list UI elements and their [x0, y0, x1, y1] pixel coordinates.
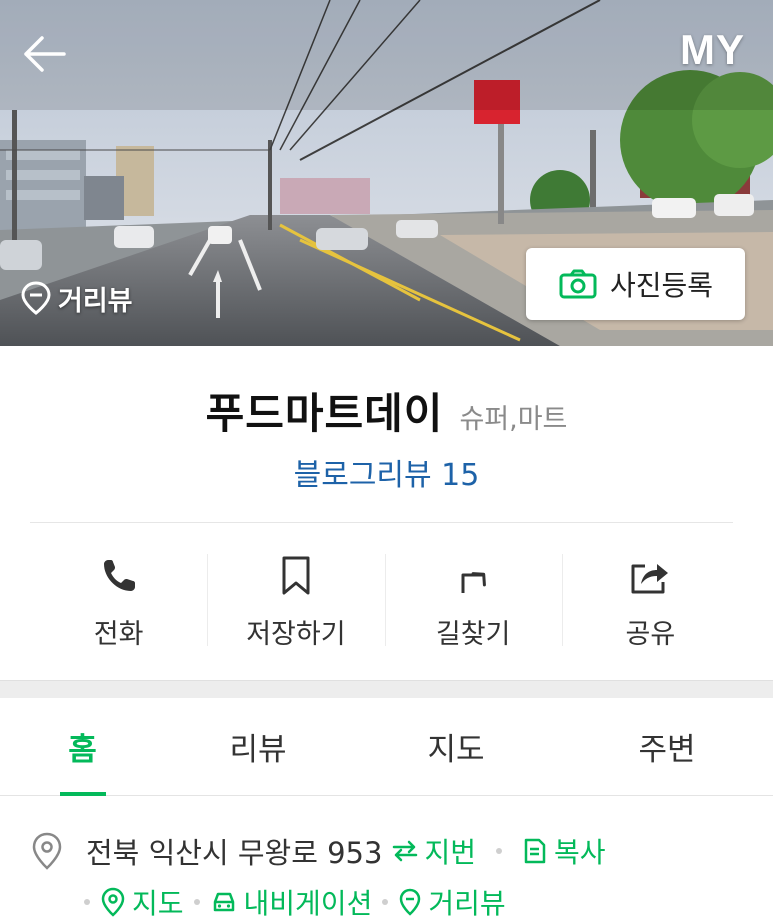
save-label: 저장하기: [246, 619, 346, 650]
section-divider: [0, 680, 773, 698]
streetview-link-label: 거리뷰: [428, 887, 506, 920]
share-button[interactable]: 공유: [561, 524, 739, 680]
blog-review-link[interactable]: 블로그리뷰 15: [0, 450, 773, 494]
streetview-pin-icon: [21, 281, 51, 315]
bookmark-icon: [282, 556, 310, 595]
share-icon: [631, 564, 669, 594]
place-title-row: 푸드마트데이 슈퍼,마트: [0, 380, 773, 441]
phone-icon: [103, 560, 135, 591]
tab-home-label: 홈: [68, 732, 97, 768]
address-links-row: 지도 내비게이션 거리뷰: [84, 882, 506, 922]
streetview-overlay-button[interactable]: 거리뷰: [20, 276, 133, 320]
tab-nearby[interactable]: 주변: [561, 698, 773, 795]
tab-bar: 홈 리뷰 지도 주변: [0, 698, 773, 796]
map-link-button[interactable]: 지도: [100, 882, 184, 922]
address-text: 전북 익산시 무왕로 953: [86, 836, 383, 870]
location-pin-icon: [32, 832, 62, 870]
separator-dot: [495, 848, 502, 854]
car-icon: [213, 892, 234, 912]
call-label: 전화: [93, 619, 144, 650]
blog-review-count: 15: [441, 458, 480, 493]
address-section: 전북 익산시 무왕로 953 지번 복사 지도 내비게이션 거리뷰: [0, 796, 773, 923]
navigation-label: 내비게이션: [243, 887, 373, 920]
place-header: 푸드마트데이 슈퍼,마트 블로그리뷰 15: [0, 346, 773, 522]
map-pin-icon: [101, 887, 125, 917]
tab-nearby-label: 주변: [638, 732, 696, 768]
directions-icon: [461, 572, 487, 593]
streetview-overlay-label: 거리뷰: [58, 285, 133, 317]
my-button[interactable]: MY: [680, 26, 745, 76]
share-label: 공유: [625, 619, 676, 650]
blog-review-label: 블로그리뷰: [293, 458, 432, 493]
streetview-link-button[interactable]: 거리뷰: [398, 882, 506, 922]
divider: [30, 522, 733, 523]
street-view-photo[interactable]: MY 거리뷰 사진등록: [0, 0, 773, 346]
place-name: 푸드마트데이: [205, 389, 444, 438]
copy-icon: [524, 838, 546, 864]
camera-icon: [559, 269, 597, 299]
back-arrow-icon: [24, 36, 66, 72]
tab-map-label: 지도: [427, 732, 485, 768]
save-button[interactable]: 저장하기: [207, 524, 384, 680]
jibun-toggle-button[interactable]: 지번: [392, 831, 476, 871]
separator-dot: [193, 899, 200, 905]
back-button[interactable]: [14, 26, 74, 82]
tab-home[interactable]: 홈: [0, 698, 165, 795]
tab-map[interactable]: 지도: [351, 698, 561, 795]
separator-dot: [382, 899, 389, 905]
call-button[interactable]: 전화: [30, 524, 207, 680]
jibun-label: 지번: [424, 836, 476, 869]
separator-dot: [84, 899, 90, 905]
tab-reviews[interactable]: 리뷰: [165, 698, 351, 795]
tab-reviews-label: 리뷰: [229, 732, 287, 768]
copy-address-button[interactable]: 복사: [522, 831, 606, 871]
directions-button[interactable]: 길찾기: [384, 524, 562, 680]
photo-register-button[interactable]: 사진등록: [526, 248, 745, 320]
photo-register-label: 사진등록: [609, 269, 714, 302]
streetview-pin-icon: [400, 888, 421, 916]
swap-arrows-icon: [393, 840, 418, 862]
place-category: 슈퍼,마트: [459, 404, 568, 435]
address-row: 전북 익산시 무왕로 953 지번 복사: [30, 830, 606, 872]
navigation-button[interactable]: 내비게이션: [210, 882, 373, 922]
map-link-label: 지도: [132, 887, 184, 920]
directions-label: 길찾기: [435, 619, 511, 650]
copy-label: 복사: [553, 836, 606, 869]
action-bar: 전화 저장하기 길찾기 공유: [30, 524, 739, 680]
